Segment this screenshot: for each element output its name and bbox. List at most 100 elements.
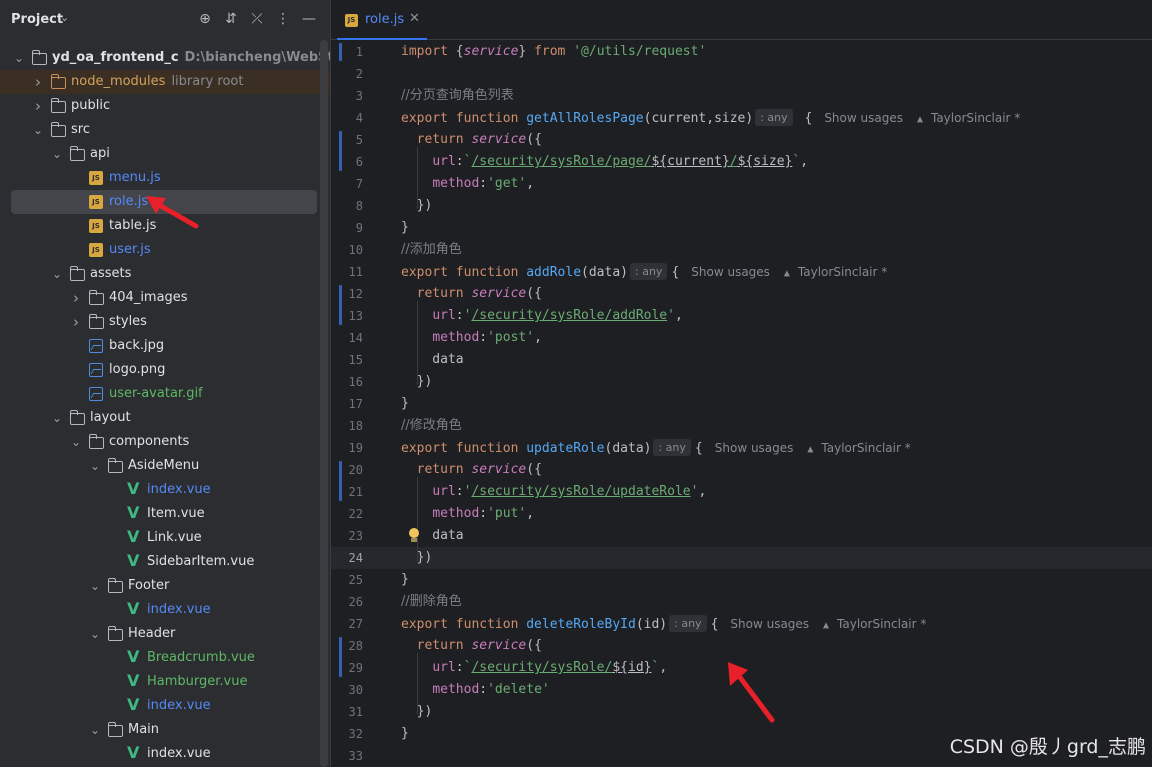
show-usages-link[interactable]: Show usages <box>691 265 770 279</box>
code-line[interactable]: 20 return service({ <box>331 459 1152 481</box>
tree-item[interactable]: › public <box>0 94 330 118</box>
code-line[interactable]: 11 export function addRole(data): any{Sho… <box>331 261 1152 283</box>
project-scrollbar[interactable] <box>320 40 328 767</box>
collapse-all-icon[interactable]: ⤫ <box>248 10 266 28</box>
tree-item[interactable]: ⌄ layout <box>0 406 330 430</box>
expand-all-icon[interactable]: ⇵ <box>222 10 240 28</box>
code-line[interactable]: 24 }) <box>331 547 1152 569</box>
author-hint[interactable]: TaylorSinclair * <box>931 111 1020 125</box>
code-line[interactable]: 14 method:'post', <box>331 327 1152 349</box>
vcs-change-marker[interactable] <box>339 43 342 61</box>
code-line[interactable]: 8 }) <box>331 195 1152 217</box>
tree-item[interactable]: V Breadcrumb.vue <box>0 646 330 670</box>
show-usages-link[interactable]: Show usages <box>730 617 809 631</box>
vcs-change-marker[interactable] <box>339 131 342 171</box>
tree-item[interactable]: › styles <box>0 310 330 334</box>
code-line[interactable]: 21 url:'/security/sysRole/updateRole', <box>331 481 1152 503</box>
lightbulb-icon[interactable] <box>409 528 419 544</box>
code-line[interactable]: 27 export function deleteRoleById(id): an… <box>331 613 1152 635</box>
code-line[interactable]: 1 import {service} from '@/utils/request' <box>331 41 1152 63</box>
code-line[interactable]: 3 //分页查询角色列表 <box>331 85 1152 107</box>
tree-item[interactable]: JS menu.js <box>0 166 330 190</box>
chevron-down-icon[interactable]: ⌄ <box>51 406 63 430</box>
more-options-icon[interactable]: ⋮ <box>274 10 292 28</box>
code-line[interactable]: 4 export function getAllRolesPage(current… <box>331 107 1152 129</box>
chevron-down-icon[interactable]: ⌄ <box>32 118 44 142</box>
tree-item[interactable]: V Item.vue <box>0 502 330 526</box>
chevron-down-icon[interactable]: ⌄ <box>89 454 101 478</box>
code-line[interactable]: 2 <box>331 63 1152 85</box>
code-line[interactable]: 10 //添加角色 <box>331 239 1152 261</box>
code-line[interactable]: 7 method:'get', <box>331 173 1152 195</box>
chevron-down-icon[interactable]: ⌄ <box>51 142 63 166</box>
chevron-right-icon[interactable]: › <box>32 94 44 118</box>
chevron-down-icon[interactable]: ⌄ <box>89 718 101 742</box>
tree-item[interactable]: ⌄ src <box>0 118 330 142</box>
locate-icon[interactable]: ⊕ <box>196 10 214 28</box>
code-line[interactable]: 16 }) <box>331 371 1152 393</box>
code-line[interactable]: 6 url:`/security/sysRole/page/${current}… <box>331 151 1152 173</box>
code-line[interactable]: 18 //修改角色 <box>331 415 1152 437</box>
tree-item[interactable]: ⌄ Footer <box>0 574 330 598</box>
vue-file-icon: V <box>127 551 140 570</box>
author-hint[interactable]: TaylorSinclair * <box>821 441 910 455</box>
line-number: 28 <box>348 639 363 653</box>
tree-item[interactable]: Vindex.vue <box>0 478 330 502</box>
chevron-right-icon[interactable]: › <box>32 70 44 94</box>
project-title[interactable]: Project <box>11 12 63 27</box>
code-token: , <box>534 330 542 345</box>
chevron-right-icon[interactable]: › <box>70 286 82 310</box>
code-token: { <box>710 617 719 632</box>
tab-role-js[interactable]: JS role.js ✕ <box>337 0 427 40</box>
editor-tab-bar: JS role.js ✕ <box>331 0 1152 40</box>
tree-item[interactable]: back.jpg <box>0 334 330 358</box>
code-line[interactable]: 13 url:'/security/sysRole/addRole', <box>331 305 1152 327</box>
tree-item[interactable]: V Link.vue <box>0 526 330 550</box>
tree-item[interactable]: logo.png <box>0 358 330 382</box>
chevron-down-icon[interactable]: ⌄ <box>60 11 69 24</box>
close-icon[interactable]: ✕ <box>409 11 420 26</box>
chevron-right-icon[interactable]: › <box>70 310 82 334</box>
tree-item[interactable]: › node_modules library root <box>0 70 330 94</box>
vcs-change-marker[interactable] <box>339 285 342 325</box>
code-line[interactable]: 22 method:'put', <box>331 503 1152 525</box>
tree-item[interactable]: ⌄ api <box>0 142 330 166</box>
chevron-down-icon[interactable]: ⌄ <box>13 46 25 70</box>
tree-item[interactable]: JS user.js <box>0 238 330 262</box>
code-line[interactable]: 15 data <box>331 349 1152 371</box>
code-line[interactable]: 17} <box>331 393 1152 415</box>
tree-item[interactable]: Vindex.vue <box>0 598 330 622</box>
tree-item[interactable]: Vindex.vue <box>0 742 330 766</box>
show-usages-link[interactable]: Show usages <box>824 111 903 125</box>
chevron-down-icon[interactable]: ⌄ <box>89 574 101 598</box>
code-line[interactable]: 5 return service({ <box>331 129 1152 151</box>
tree-item[interactable]: ⌄ Header <box>0 622 330 646</box>
code-line[interactable]: 12 return service({ <box>331 283 1152 305</box>
vcs-change-marker[interactable] <box>339 637 342 677</box>
author-hint[interactable]: TaylorSinclair * <box>798 265 887 279</box>
tree-item[interactable]: ⌄ components <box>0 430 330 454</box>
code-line[interactable]: 23 data <box>331 525 1152 547</box>
code-line[interactable]: 25} <box>331 569 1152 591</box>
tree-item[interactable]: ⌄ AsideMenu <box>0 454 330 478</box>
author-hint[interactable]: TaylorSinclair * <box>837 617 926 631</box>
code-line[interactable]: 28 return service({ <box>331 635 1152 657</box>
show-usages-link[interactable]: Show usages <box>715 441 794 455</box>
tree-item[interactable]: V Hamburger.vue <box>0 670 330 694</box>
tree-item[interactable]: › 404_images <box>0 286 330 310</box>
code-line[interactable]: 19 export function updateRole(data): any{… <box>331 437 1152 459</box>
minimize-icon[interactable]: — <box>300 10 318 28</box>
tree-item[interactable]: ⌄ assets <box>0 262 330 286</box>
code-line[interactable]: 9} <box>331 217 1152 239</box>
chevron-down-icon[interactable]: ⌄ <box>51 262 63 286</box>
chevron-down-icon[interactable]: ⌄ <box>70 430 82 454</box>
type-hint: : any <box>653 439 691 456</box>
tree-item[interactable]: Vindex.vue <box>0 694 330 718</box>
vcs-change-marker[interactable] <box>339 461 342 501</box>
code-line[interactable]: 26 //删除角色 <box>331 591 1152 613</box>
tree-item[interactable]: ⌄ yd_oa_frontend_cD:\biancheng\WebStormPr… <box>0 46 330 70</box>
tree-item[interactable]: user-avatar.gif <box>0 382 330 406</box>
tree-item[interactable]: ⌄ Main <box>0 718 330 742</box>
chevron-down-icon[interactable]: ⌄ <box>89 622 101 646</box>
tree-item[interactable]: V SidebarItem.vue <box>0 550 330 574</box>
